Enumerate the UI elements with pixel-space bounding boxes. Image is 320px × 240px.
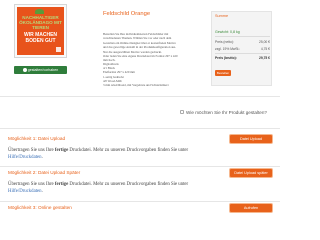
divider xyxy=(215,53,270,54)
option-text: . xyxy=(41,154,43,160)
eye-icon xyxy=(22,67,27,72)
price-value: 25,00 € xyxy=(259,40,270,44)
price-summary-box: Summe Gewicht: 0,8 kg Preis (netto): 25,… xyxy=(211,11,272,86)
price-label: zzgl. 19% MwSt.: xyxy=(215,47,241,51)
section-divider xyxy=(0,201,280,202)
checkbox-icon[interactable] xyxy=(180,110,184,115)
price-row-net: Preis (netto): 25,00 € xyxy=(215,40,271,44)
poster-corner-icon xyxy=(56,47,61,52)
option-1-title: Möglichkeit 1: Datei Upload xyxy=(8,136,66,141)
price-box-title: Summe xyxy=(215,14,229,18)
option-2-title: Möglichkeit 2: Datei Upload Später xyxy=(8,170,81,175)
option-text: Druckdatei. Mehr zu unseren Druckvorgabe… xyxy=(68,148,189,153)
leaf-logo-icon xyxy=(35,9,44,14)
section-divider xyxy=(0,128,280,129)
preview-button[interactable]: gestalten/vorhaben xyxy=(14,66,67,74)
preview-button-label: gestalten/vorhaben xyxy=(27,68,59,72)
file-upload-later-button[interactable]: Datei Upload später xyxy=(230,169,272,177)
section-divider xyxy=(0,166,280,167)
product-specs: Digitaldruck 4/1 Black Endformat 297 x 4… xyxy=(103,62,203,87)
product-image: Nachhaltiger Ökoländago mit Tieren Wir m… xyxy=(14,4,67,58)
help-print-data-link[interactable]: Hilfe/Druckdaten xyxy=(8,155,42,160)
price-value: 29,75 € xyxy=(259,56,270,60)
option-text: Übertragen Sie uns Ihre xyxy=(8,148,55,153)
poster-slogan: Wir machen Boden gut xyxy=(23,32,58,44)
file-upload-button[interactable]: Datei Upload xyxy=(230,135,272,143)
price-label: Preis (netto): xyxy=(215,40,234,44)
design-method-prompt: Wie möchten Sie Ihr Produkt gestalten? xyxy=(180,110,267,115)
option-text: . xyxy=(41,188,43,194)
price-value: 4,75 € xyxy=(260,47,270,51)
design-method-label: Wie möchten Sie Ihr Produkt gestalten? xyxy=(186,110,267,115)
product-poster: Nachhaltiger Ökoländago mit Tieren Wir m… xyxy=(17,7,64,55)
weight-note: Gewicht: 0,8 kg xyxy=(215,30,240,34)
price-row-gross: Preis (brutto): 29,75 € xyxy=(215,56,271,60)
order-button[interactable]: Bestellen xyxy=(215,70,231,76)
option-text-bold: fertige xyxy=(54,148,69,153)
poster-headline: Nachhaltiger Ökoländago mit Tieren xyxy=(19,15,62,30)
option-3-title: Möglichkeit 3: Online gestalten xyxy=(8,205,72,210)
option-2-text: Übertragen Sie uns Ihre fertige Druckdat… xyxy=(8,182,208,196)
product-description: Bestellen Sie Ihre individualisierten Fe… xyxy=(103,32,203,63)
price-row-tax: zzgl. 19% MwSt.: 4,75 € xyxy=(215,47,271,51)
product-title: Feldschild Orange xyxy=(103,11,151,17)
section-divider xyxy=(0,96,280,97)
spec-line: 3 mm Alu-Dibond, mit Vorgelöste und Schu… xyxy=(103,83,169,88)
option-text: Druckdatei. Mehr zu unseren Druckvorgabe… xyxy=(68,182,189,187)
option-1-text: Übertragen Sie uns Ihre fertige Druckdat… xyxy=(8,148,208,162)
help-print-data-link[interactable]: Hilfe/Druckdaten xyxy=(8,189,42,194)
price-label: Preis (brutto): xyxy=(215,56,237,60)
option-text: Übertragen Sie uns Ihre xyxy=(8,182,55,187)
option-text-bold: fertige xyxy=(54,182,69,187)
divider xyxy=(215,36,270,37)
open-designer-button[interactable]: Aufrufen xyxy=(230,204,272,212)
